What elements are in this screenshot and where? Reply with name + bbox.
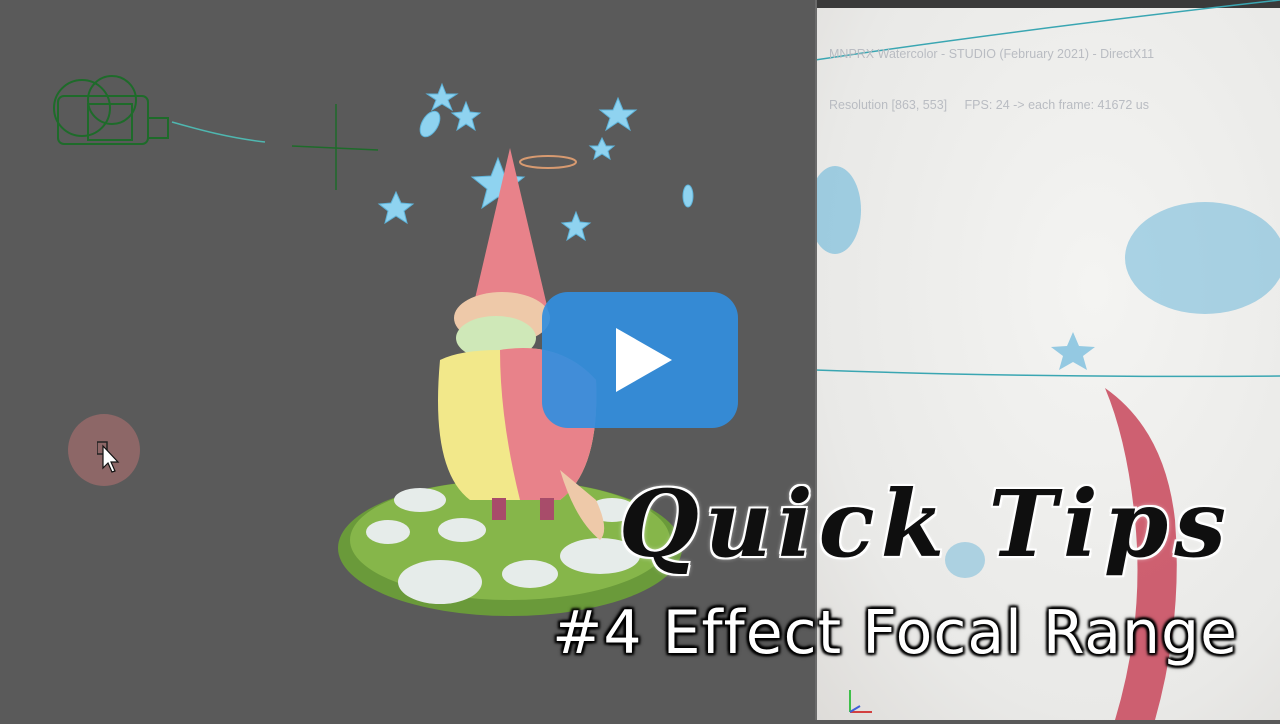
- crosshair-icon: [291, 104, 379, 190]
- star-shape: [425, 82, 459, 112]
- render-info-line-1: MNPRX Watercolor - STUDIO (February 2021…: [829, 47, 1155, 61]
- play-icon: [616, 328, 672, 392]
- star-shape: [377, 190, 415, 225]
- halo-shape: [519, 155, 577, 169]
- play-video-button[interactable]: [542, 292, 738, 428]
- render-info-overlay: MNPRX Watercolor - STUDIO (February 2021…: [829, 12, 1154, 148]
- render-info-line-2: Resolution [863, 553] FPS: 24 -> each fr…: [829, 98, 1149, 112]
- star-shape: [450, 100, 482, 132]
- star-shape: [588, 136, 616, 161]
- stars-group: [377, 82, 694, 242]
- star-shape: [560, 210, 592, 242]
- camera-icon[interactable]: [53, 75, 266, 145]
- star-shape: [598, 96, 638, 132]
- overlay-title: Quick Tips: [618, 470, 1232, 578]
- overlay-subtitle: #4 Effect Focal Range: [552, 598, 1238, 668]
- cursor-icon: [97, 441, 120, 473]
- axis-gizmo-icon: [849, 690, 872, 713]
